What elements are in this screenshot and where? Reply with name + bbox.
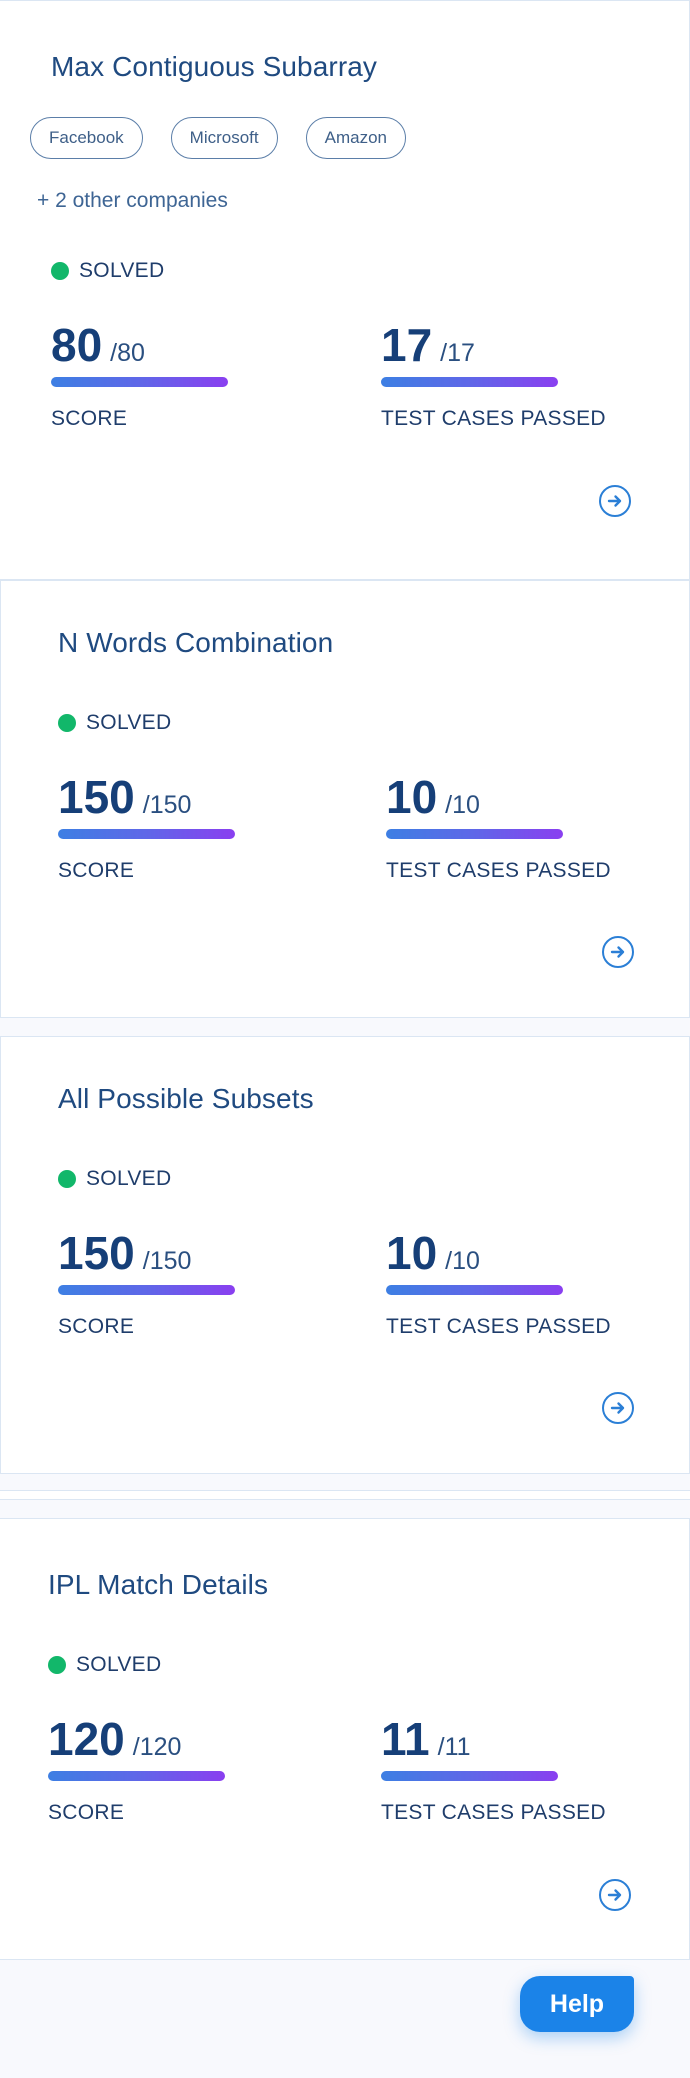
score-max: /120 [132,1733,182,1761]
score-max: /150 [142,791,192,819]
score-progress-bar [58,1285,235,1295]
tests-progress-bar [381,377,558,387]
tests-progress-bar [381,1771,558,1781]
score-progress-bar [58,829,235,839]
tests-value: 10 [386,1227,438,1279]
score-progress-bar [48,1771,225,1781]
company-tags: Facebook Microsoft Amazon [30,117,407,159]
status-text: SOLVED [86,1167,172,1190]
tests-value: 11 [381,1713,430,1765]
company-tag[interactable]: Microsoft [170,117,278,159]
score-metric: 150 /150 SCORE [58,771,298,883]
problem-title: Max Contiguous Subarray [51,51,378,82]
score-label: SCORE [48,1801,125,1824]
tests-max: /11 [437,1733,471,1761]
status-text: SOLVED [76,1653,162,1676]
status-badge: SOLVED [58,711,171,735]
card-separator [0,1490,690,1500]
company-tag[interactable]: Facebook [30,117,143,159]
more-companies-link[interactable]: + 2 other companies [37,189,228,213]
help-button[interactable]: Help [520,1976,634,2032]
arrow-right-circle-icon[interactable] [602,936,634,968]
tests-metric: 11 /11 TEST CASES PASSED [381,1713,621,1825]
score-label: SCORE [51,407,128,430]
tests-label: TEST CASES PASSED [386,1315,611,1338]
problem-title: N Words Combination [58,627,334,658]
status-dot-icon [58,1170,76,1188]
score-value: 80 [51,319,103,371]
problem-list-page: Max Contiguous Subarray Facebook Microso… [0,0,690,2078]
problem-title: IPL Match Details [48,1569,269,1600]
status-badge: SOLVED [48,1653,161,1677]
tests-progress-bar [386,1285,563,1295]
arrow-right-circle-icon[interactable] [599,485,631,517]
score-progress-bar [51,377,228,387]
tests-metric: 10 /10 TEST CASES PASSED [386,771,626,883]
tests-metric: 10 /10 TEST CASES PASSED [386,1227,626,1339]
score-metric: 120 /120 SCORE [48,1713,288,1825]
tests-value: 17 [381,319,433,371]
score-value: 120 [48,1713,125,1765]
tests-metric: 17 /17 TEST CASES PASSED [381,319,621,431]
score-max: /80 [110,339,145,367]
tests-progress-bar [386,829,563,839]
status-badge: SOLVED [51,259,164,283]
tests-label: TEST CASES PASSED [381,1801,606,1824]
problem-card: All Possible Subsets SOLVED 150 /150 SCO… [0,1036,690,1474]
problem-card: IPL Match Details SOLVED 120 /120 SCORE … [0,1518,690,1960]
problem-title: All Possible Subsets [58,1083,314,1114]
tests-label: TEST CASES PASSED [381,407,606,430]
problem-card: Max Contiguous Subarray Facebook Microso… [0,0,690,580]
problem-card: N Words Combination SOLVED 150 /150 SCOR… [0,580,690,1018]
tests-max: /10 [445,791,480,819]
tests-max: /17 [440,339,475,367]
score-max: /150 [142,1247,192,1275]
score-value: 150 [58,771,135,823]
status-dot-icon [48,1656,66,1674]
arrow-right-circle-icon[interactable] [602,1392,634,1424]
tests-max: /10 [445,1247,480,1275]
status-badge: SOLVED [58,1167,171,1191]
score-metric: 80 /80 SCORE [51,319,291,431]
tests-value: 10 [386,771,438,823]
status-dot-icon [58,714,76,732]
score-label: SCORE [58,1315,135,1338]
score-value: 150 [58,1227,135,1279]
tests-label: TEST CASES PASSED [386,859,611,882]
score-label: SCORE [58,859,135,882]
company-tag[interactable]: Amazon [305,117,407,159]
arrow-right-circle-icon[interactable] [599,1879,631,1911]
score-metric: 150 /150 SCORE [58,1227,298,1339]
status-text: SOLVED [86,711,172,734]
status-dot-icon [51,262,69,280]
status-text: SOLVED [79,259,165,282]
